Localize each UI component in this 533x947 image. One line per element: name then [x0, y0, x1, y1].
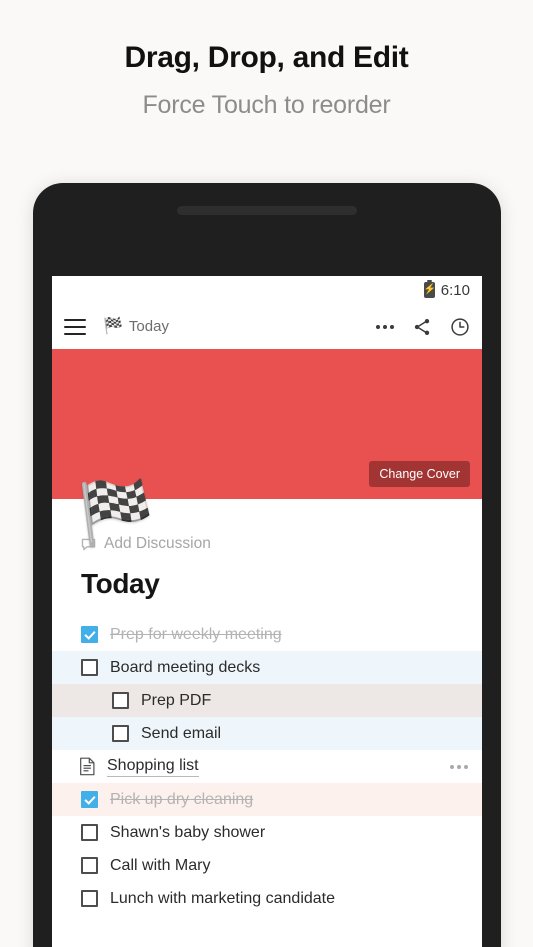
screenshot-root: Drag, Drop, and Edit Force Touch to reor… — [0, 0, 533, 947]
phone-earpiece-speaker — [177, 206, 357, 215]
app-bar: 🏁 Today — [52, 304, 482, 351]
task-checkbox[interactable] — [81, 626, 98, 643]
task-row[interactable]: Shawn's baby shower — [52, 816, 482, 849]
phone-device-frame: 6:10 🏁 Today — [33, 183, 501, 947]
checkered-flag-icon: 🏁 — [77, 479, 155, 548]
task-checkbox[interactable] — [81, 791, 98, 808]
hamburger-menu-icon[interactable] — [64, 318, 86, 335]
promo-subtitle: Force Touch to reorder — [142, 91, 391, 119]
task-checkbox[interactable] — [81, 824, 98, 841]
task-label: Send email — [141, 724, 222, 742]
overflow-menu-icon[interactable] — [376, 324, 394, 329]
overflow-menu-icon[interactable] — [450, 764, 468, 769]
document-body: Add Discussion Today Prep for weekly mee… — [52, 499, 482, 915]
task-checkbox[interactable] — [81, 857, 98, 874]
task-label: Prep for weekly meeting — [110, 625, 282, 643]
page-title[interactable]: Today — [52, 568, 482, 600]
task-row[interactable]: Lunch with marketing candidate — [52, 882, 482, 915]
phone-screen: 6:10 🏁 Today — [52, 276, 482, 947]
document-link-row[interactable]: Shopping list — [52, 750, 482, 783]
task-row[interactable]: Board meeting decks — [52, 651, 482, 684]
change-cover-button[interactable]: Change Cover — [369, 461, 470, 487]
task-checkbox[interactable] — [112, 725, 129, 742]
battery-charging-icon — [423, 280, 435, 298]
task-label: Board meeting decks — [110, 658, 261, 676]
task-label: Pick up dry cleaning — [110, 790, 254, 808]
cover-image[interactable]: Change Cover 🏁 — [52, 351, 482, 545]
task-row[interactable]: Pick up dry cleaning — [52, 783, 482, 816]
task-label: Call with Mary — [110, 856, 211, 874]
status-bar-time: 6:10 — [440, 281, 470, 299]
app-bar-actions — [376, 317, 470, 337]
page-document-icon — [79, 757, 96, 776]
share-icon[interactable] — [412, 317, 432, 337]
task-checkbox[interactable] — [81, 890, 98, 907]
history-clock-icon[interactable] — [450, 317, 470, 337]
app-bar-title[interactable]: Today — [129, 318, 169, 335]
task-row[interactable]: Prep for weekly meeting — [52, 618, 482, 651]
task-label: Shawn's baby shower — [110, 823, 266, 841]
task-checkbox[interactable] — [81, 659, 98, 676]
task-row[interactable]: Prep PDF — [52, 684, 482, 717]
promo-header: Drag, Drop, and Edit Force Touch to reor… — [0, 0, 533, 120]
task-label: Lunch with marketing candidate — [110, 889, 336, 907]
task-label: Prep PDF — [141, 691, 212, 709]
task-checkbox[interactable] — [112, 692, 129, 709]
promo-title: Drag, Drop, and Edit — [124, 41, 409, 74]
status-bar: 6:10 — [52, 276, 482, 304]
task-row[interactable]: Send email — [52, 717, 482, 750]
document-link-label: Shopping list — [107, 756, 199, 777]
task-row[interactable]: Call with Mary — [52, 849, 482, 882]
checkered-flag-icon: 🏁 — [103, 317, 123, 335]
